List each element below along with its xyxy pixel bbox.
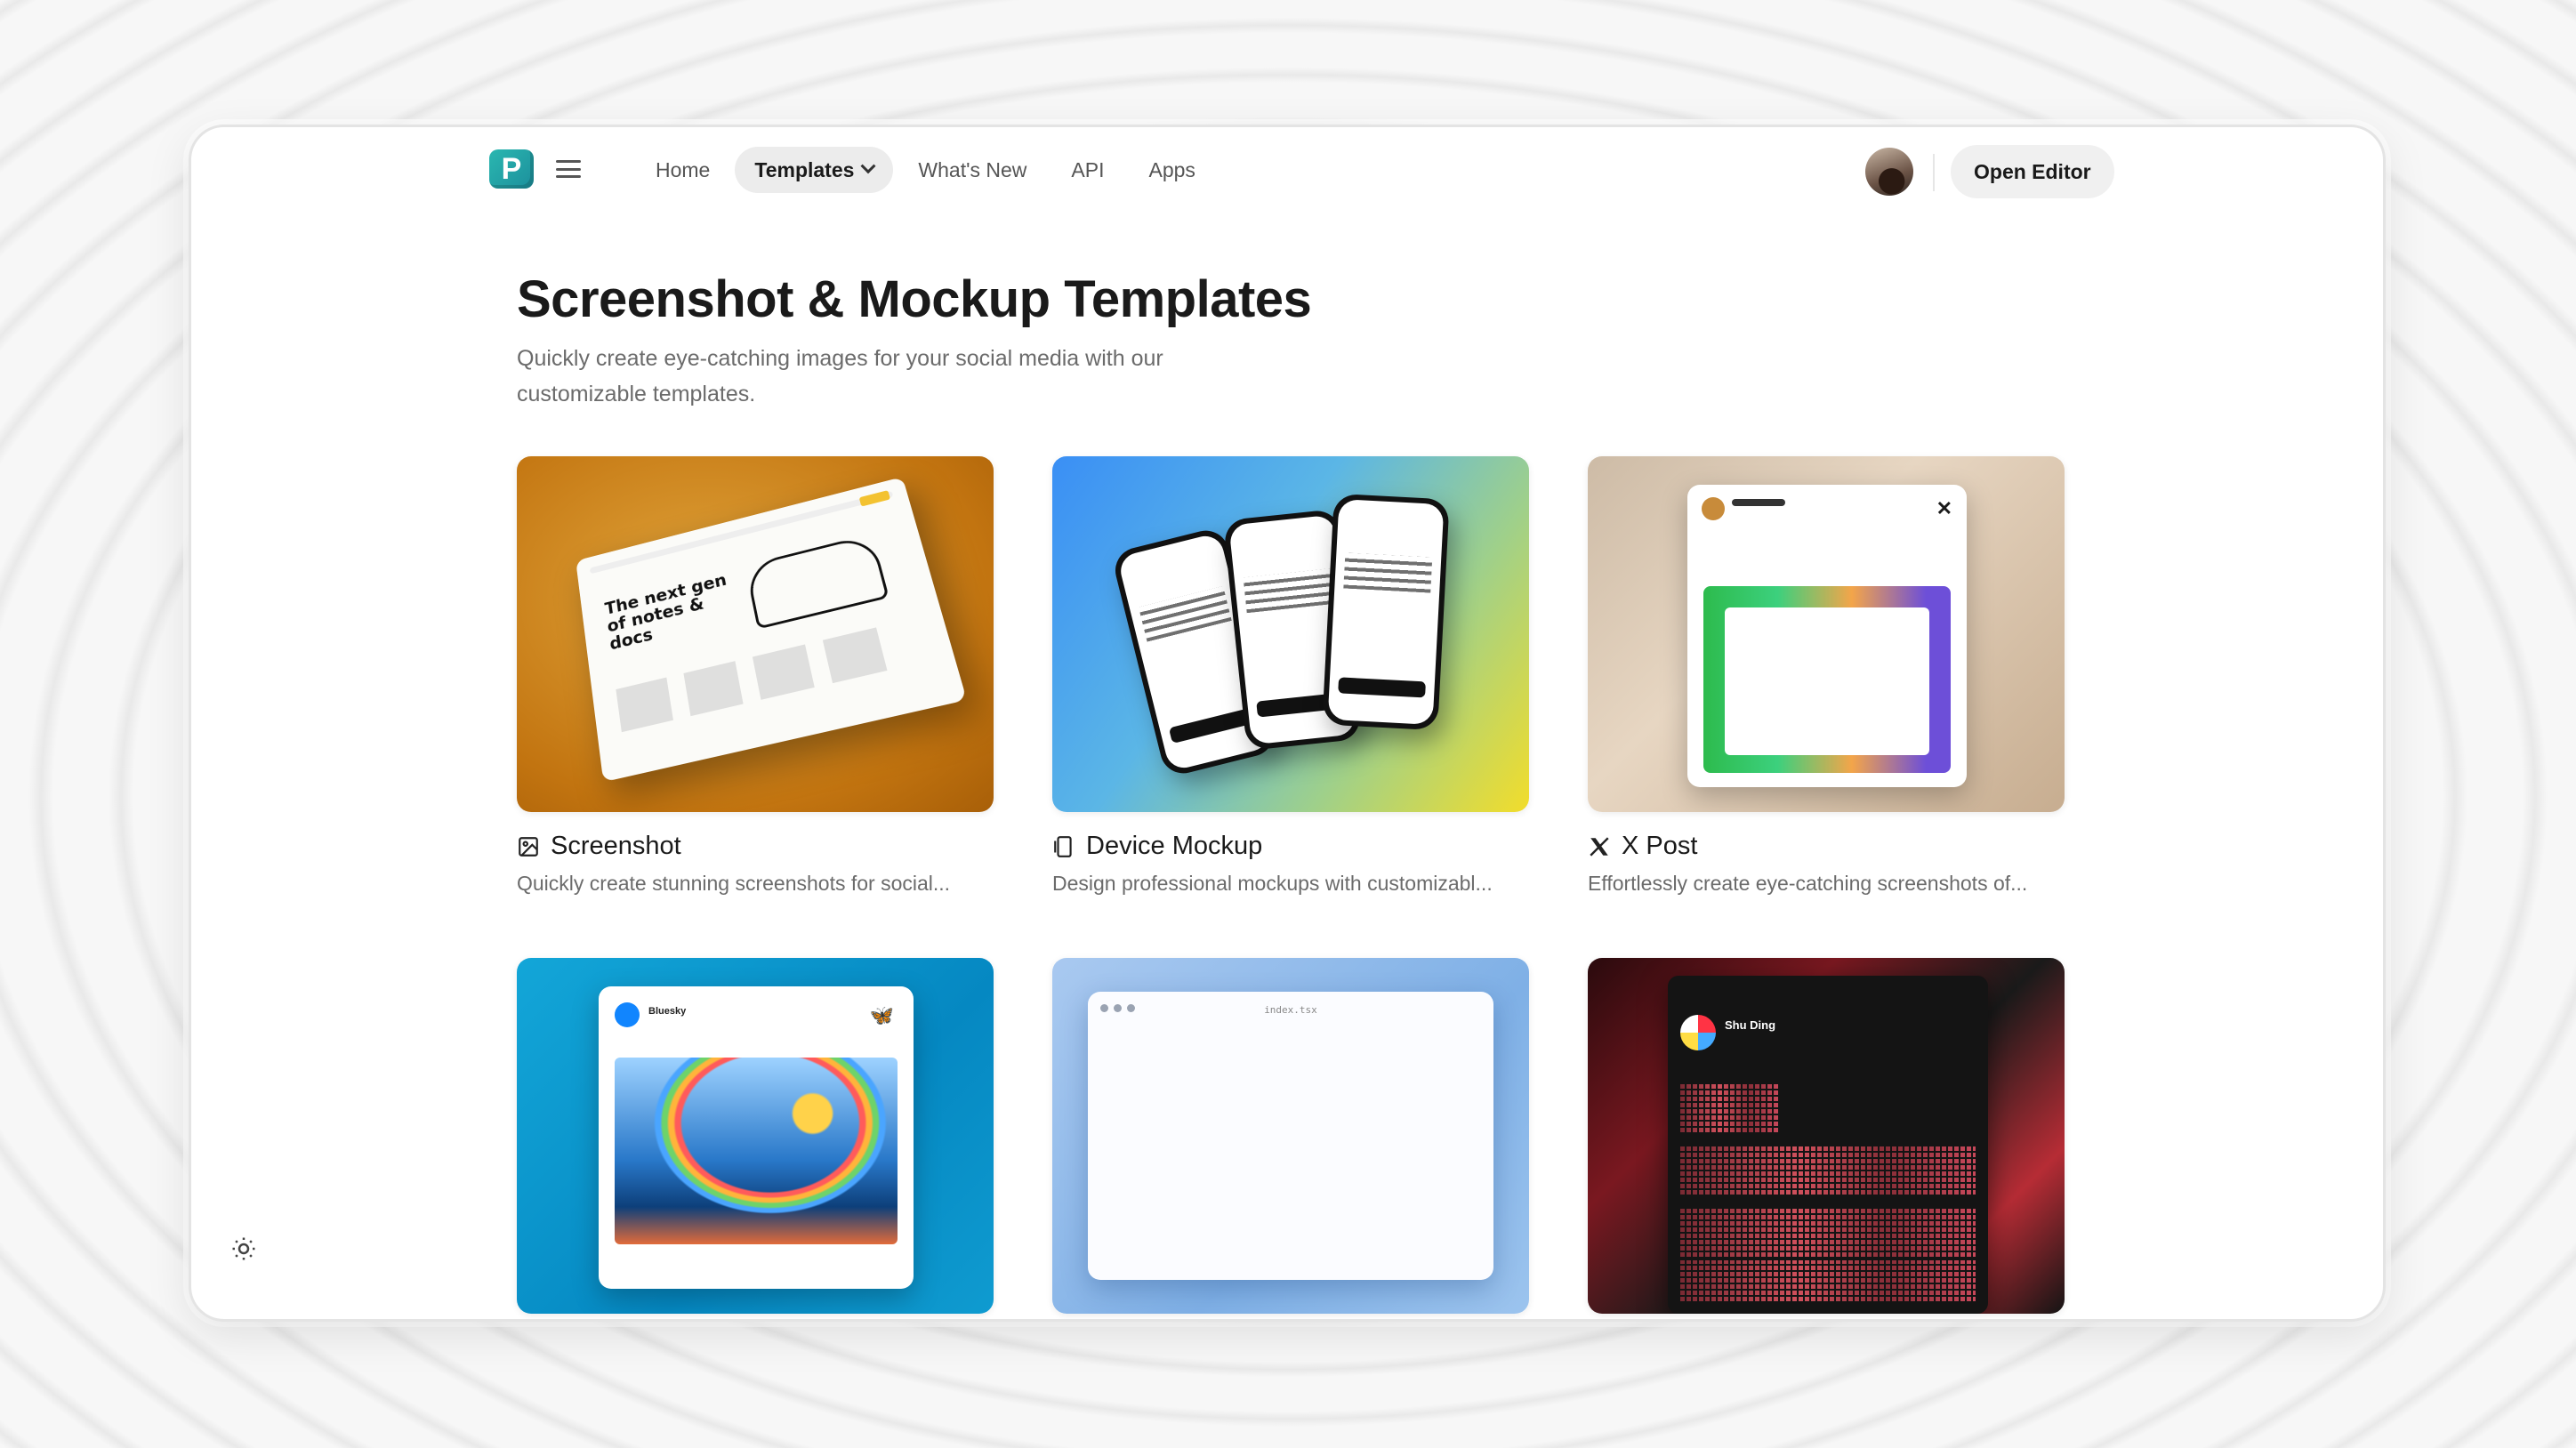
card-title[interactable]: X Post	[1588, 832, 2065, 861]
github-contributions-preview: Shu Ding	[1668, 976, 1988, 1314]
template-card-screenshot[interactable]: The next gen of notes & docs Screenshot …	[517, 456, 994, 896]
image-icon	[519, 836, 538, 857]
nav-links: Home Templates What's New API Apps	[636, 147, 1215, 193]
phone-mockup	[1322, 493, 1450, 731]
code-preview: index.tsx	[1088, 992, 1493, 1280]
template-thumbnail[interactable]: index.tsx	[1052, 958, 1529, 1314]
preview-author: Bluesky	[648, 1006, 687, 1017]
sun-icon[interactable]	[230, 1235, 257, 1262]
nav-link-home[interactable]: Home	[636, 147, 729, 193]
card-title[interactable]: Device Mockup	[1052, 832, 1529, 861]
code-filename: index.tsx	[1264, 1004, 1317, 1016]
template-card-x-post[interactable]: ✕ X Post Effortlessly create eye-catchin…	[1588, 456, 2065, 896]
page-subtitle: Quickly create eye-catching images for y…	[517, 346, 1163, 406]
nav-link-whats-new[interactable]: What's New	[898, 147, 1046, 193]
top-nav: P Home Templates What's New API Apps Ope…	[191, 127, 2383, 216]
nav-link-api[interactable]: API	[1051, 147, 1123, 193]
bluesky-post-preview: Bluesky 🦋	[599, 986, 914, 1289]
template-thumbnail[interactable]	[1052, 456, 1529, 812]
nav-link-apps[interactable]: Apps	[1129, 147, 1214, 193]
template-thumbnail[interactable]: Bluesky 🦋	[517, 958, 994, 1314]
x-post-preview: ✕	[1687, 485, 1967, 787]
nav-divider	[1933, 154, 1935, 191]
preview-headline: The next gen of notes & docs	[603, 569, 729, 655]
template-thumbnail[interactable]: ✕	[1588, 456, 2065, 812]
template-card-bluesky[interactable]: Bluesky 🦋	[517, 958, 994, 1314]
hamburger-menu-icon[interactable]	[556, 156, 581, 182]
nav-link-templates[interactable]: Templates	[735, 147, 894, 193]
card-title[interactable]: Screenshot	[517, 832, 994, 861]
template-card-code[interactable]: index.tsx	[1052, 958, 1529, 1314]
butterfly-icon: 🦋	[869, 1004, 894, 1026]
card-title-text: Screenshot	[551, 832, 681, 860]
template-card-device-mockup[interactable]: Device Mockup Design professional mockup…	[1052, 456, 1529, 896]
screenshot-preview: The next gen of notes & docs	[576, 477, 967, 783]
user-avatar[interactable]	[1865, 148, 1913, 196]
card-title-text: Device Mockup	[1086, 832, 1263, 860]
template-thumbnail[interactable]: Shu Ding	[1588, 958, 2065, 1314]
preview-author: Shu Ding	[1725, 1018, 1776, 1032]
phone-icon	[1054, 835, 1072, 857]
card-title-text: X Post	[1622, 832, 1698, 860]
x-logo-icon: ✕	[1936, 497, 1952, 519]
page-title: Screenshot & Mockup Templates	[517, 270, 1312, 328]
x-logo-icon	[1590, 836, 1609, 857]
open-editor-button[interactable]: Open Editor	[1951, 145, 2114, 198]
card-description: Design professional mockups with customi…	[1052, 872, 1493, 895]
browser-window: P Home Templates What's New API Apps Ope…	[189, 125, 2386, 1322]
card-description: Effortlessly create eye-catching screens…	[1588, 872, 2028, 895]
template-thumbnail[interactable]: The next gen of notes & docs	[517, 456, 994, 812]
nav-link-templates-label: Templates	[754, 157, 855, 181]
chevron-down-icon	[860, 158, 876, 174]
card-description: Quickly create stunning screenshots for …	[517, 872, 951, 895]
template-card-github[interactable]: Shu Ding	[1588, 958, 2065, 1314]
app-logo[interactable]: P	[489, 149, 534, 189]
